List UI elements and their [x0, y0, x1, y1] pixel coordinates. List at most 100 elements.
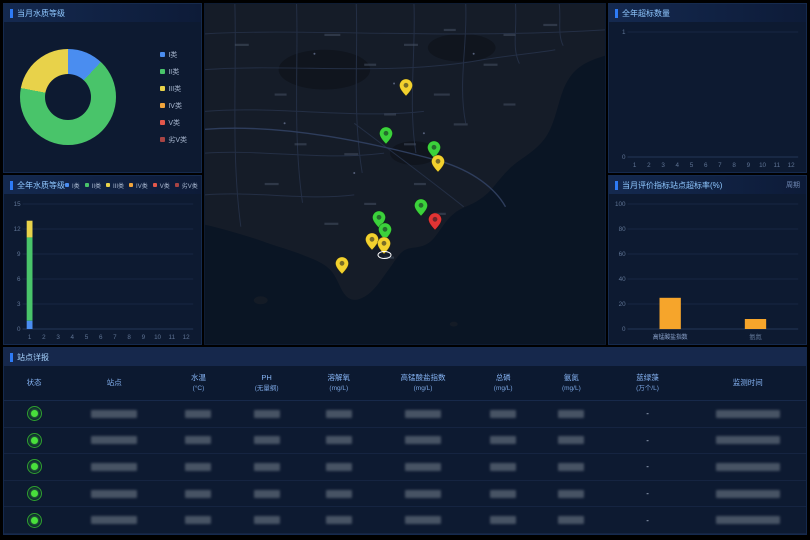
redacted-cell	[537, 436, 605, 444]
blue-green-algae-cell: -	[605, 409, 689, 418]
map-pin-green[interactable]	[380, 127, 393, 144]
legend-item[interactable]: IV类	[160, 101, 187, 111]
redacted-value	[490, 410, 516, 418]
svg-text:12: 12	[14, 226, 21, 233]
svg-text:4: 4	[70, 334, 74, 341]
legend-item[interactable]: II类	[160, 67, 187, 77]
svg-text:7: 7	[718, 162, 722, 169]
svg-text:11: 11	[774, 162, 781, 169]
top-area: 当月水质等级 I类II类III类IV类V类劣V类 全年水质等级 I类II类III…	[3, 3, 807, 345]
svg-text:6: 6	[17, 276, 21, 283]
redacted-cell	[301, 410, 377, 418]
redacted-value	[558, 490, 584, 498]
blue-green-algae-cell: -	[605, 462, 689, 471]
legend-item[interactable]: 劣V类	[160, 135, 187, 145]
status-cell	[4, 433, 64, 448]
redacted-value	[558, 410, 584, 418]
redacted-cell	[233, 490, 301, 498]
column-header: 站点	[64, 378, 164, 389]
svg-text:3: 3	[661, 162, 665, 169]
redacted-value	[490, 516, 516, 524]
column-header: 蓝绿藻(万个/L)	[605, 373, 689, 393]
redacted-cell	[690, 490, 806, 498]
redacted-cell	[377, 410, 469, 418]
table-row[interactable]: -	[4, 401, 806, 428]
blue-green-algae-cell: -	[605, 489, 689, 498]
map-pin-red[interactable]	[429, 213, 442, 230]
redacted-value	[405, 490, 441, 498]
redacted-value	[558, 463, 584, 471]
svg-text:4: 4	[675, 162, 679, 169]
svg-text:0: 0	[17, 326, 21, 333]
map-pin-yellow[interactable]	[400, 79, 413, 96]
status-cell	[4, 486, 64, 501]
svg-text:7: 7	[113, 334, 117, 341]
redacted-value	[326, 490, 352, 498]
legend-item[interactable]: 劣V类	[175, 181, 198, 190]
legend-item[interactable]: V类	[153, 181, 170, 190]
year-quality-stacked-bar-chart: 03691215123456789101112	[4, 194, 201, 344]
redacted-cell	[164, 463, 232, 471]
svg-text:60: 60	[619, 251, 626, 258]
svg-text:11: 11	[169, 334, 176, 341]
redacted-value	[185, 516, 211, 524]
svg-text:100: 100	[615, 201, 626, 208]
redacted-cell	[469, 463, 537, 471]
header-accent-bar	[615, 9, 618, 18]
svg-text:3: 3	[56, 334, 60, 341]
redacted-value	[716, 410, 780, 418]
redacted-cell	[377, 463, 469, 471]
table-row[interactable]: -	[4, 454, 806, 481]
legend-item[interactable]: I类	[160, 50, 187, 60]
redacted-value	[558, 516, 584, 524]
column-header: PH(无量纲)	[233, 373, 301, 393]
legend-item[interactable]: III类	[160, 84, 187, 94]
map-pin-yellow[interactable]	[336, 257, 349, 274]
header-accent-bar	[10, 353, 13, 362]
table-row[interactable]: -	[4, 507, 806, 534]
table-row[interactable]: -	[4, 481, 806, 508]
header-accent-bar	[10, 9, 13, 18]
svg-text:10: 10	[154, 334, 161, 341]
redacted-cell	[690, 410, 806, 418]
svg-text:氨氮: 氨氮	[749, 332, 762, 341]
svg-text:5: 5	[85, 334, 89, 341]
redacted-cell	[690, 436, 806, 444]
legend-item[interactable]: II类	[85, 181, 101, 190]
redacted-cell	[64, 463, 164, 471]
svg-text:0: 0	[622, 154, 626, 161]
column-header: 高锰酸盐指数(mg/L)	[377, 373, 469, 393]
right-column: 全年超标数量 01123456789101112 当月评价指标站点超标率(%) …	[608, 3, 807, 345]
map-pin-green[interactable]	[415, 199, 428, 216]
redacted-cell	[469, 516, 537, 524]
redacted-value	[91, 436, 137, 444]
status-indicator	[27, 486, 42, 501]
redacted-cell	[64, 410, 164, 418]
legend-item[interactable]: I类	[65, 181, 80, 190]
table-row[interactable]: -	[4, 428, 806, 455]
panel-title: 当月评价指标站点超标率(%)	[622, 180, 722, 191]
map-pin-yellow[interactable]	[432, 155, 445, 172]
svg-text:6: 6	[704, 162, 708, 169]
redacted-cell	[537, 516, 605, 524]
svg-text:5: 5	[690, 162, 694, 169]
period-label[interactable]: 周期	[786, 180, 800, 190]
redacted-cell	[469, 436, 537, 444]
redacted-value	[185, 490, 211, 498]
column-header: 监测时间	[690, 378, 806, 389]
legend-item[interactable]: IV类	[129, 181, 148, 190]
dashboard-screen: 当月水质等级 I类II类III类IV类V类劣V类 全年水质等级 I类II类III…	[3, 3, 807, 535]
redacted-value	[490, 436, 516, 444]
map[interactable]	[204, 3, 606, 345]
status-cell	[4, 406, 64, 421]
legend-item[interactable]: V类	[160, 118, 187, 128]
svg-text:20: 20	[619, 301, 626, 308]
status-indicator	[27, 406, 42, 421]
redacted-cell	[690, 516, 806, 524]
svg-text:1: 1	[622, 29, 626, 36]
legend-item[interactable]: III类	[106, 181, 124, 190]
status-indicator	[27, 433, 42, 448]
map-pin-yellow[interactable]	[378, 237, 391, 254]
table-title-bar: 站点详报	[4, 348, 806, 366]
column-header: 氨氮(mg/L)	[537, 373, 605, 393]
